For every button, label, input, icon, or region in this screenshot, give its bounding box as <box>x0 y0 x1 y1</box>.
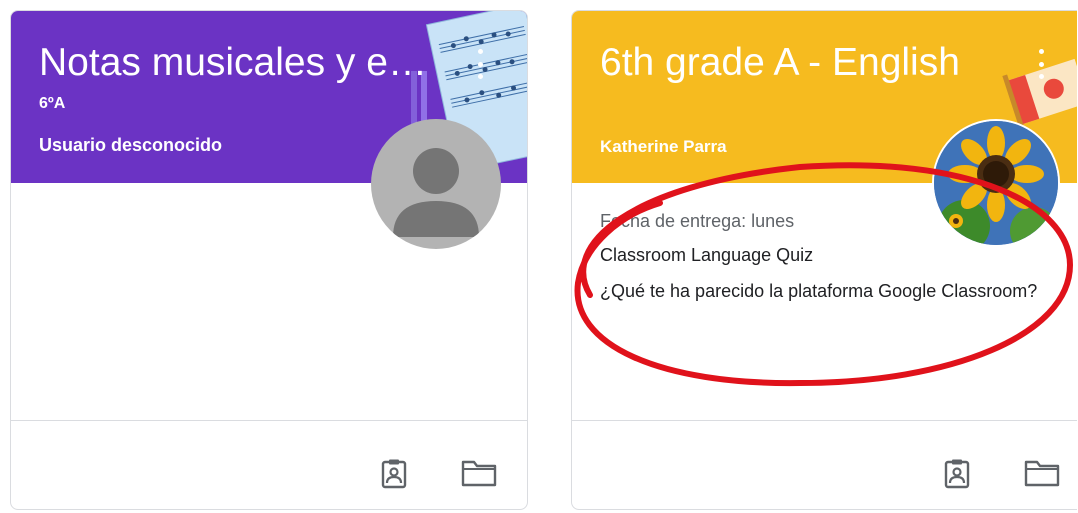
assignment-link[interactable]: ¿Qué te ha parecido la plataforma Google… <box>600 281 1058 302</box>
class-title[interactable]: Notas musicales y ejercicios <box>39 39 429 87</box>
folder-icon[interactable] <box>461 459 497 492</box>
more-options-icon[interactable] <box>1037 49 1045 79</box>
teacher-name: Katherine Parra <box>600 137 727 156</box>
folder-icon[interactable] <box>1024 459 1060 492</box>
portfolio-icon[interactable] <box>381 459 407 494</box>
more-options-icon[interactable] <box>476 49 484 79</box>
card-body <box>11 183 527 421</box>
class-section: 6ºA <box>39 95 66 112</box>
class-card-english[interactable]: 6th grade A - English Katherine Parra Fe… <box>571 10 1077 510</box>
class-card-musica[interactable]: Notas musicales y ejercicios 6ºA Usuario… <box>10 10 528 510</box>
card-footer <box>572 421 1077 509</box>
portfolio-icon[interactable] <box>944 459 970 494</box>
card-footer <box>11 421 527 509</box>
teacher-name: Usuario desconocido <box>39 135 223 155</box>
class-title[interactable]: 6th grade A - English <box>600 39 960 87</box>
assignment-link[interactable]: Classroom Language Quiz <box>600 245 1058 266</box>
due-date-label: Fecha de entrega: lunes <box>600 211 795 231</box>
